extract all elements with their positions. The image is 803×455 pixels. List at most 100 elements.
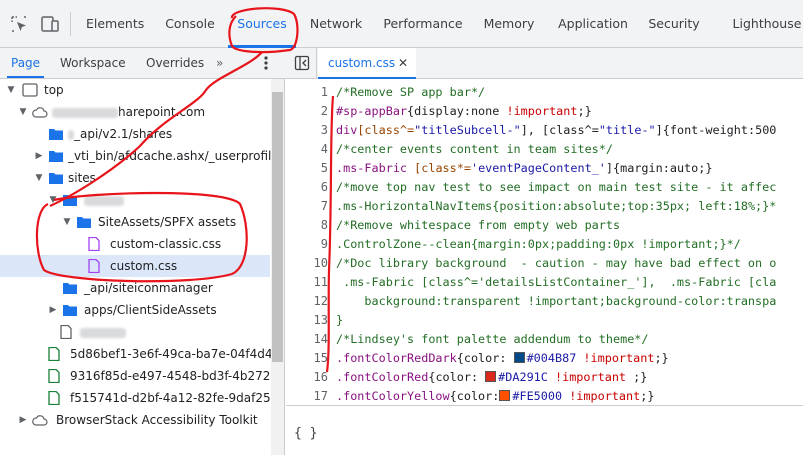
line-number: 1: [320, 85, 328, 99]
tree-item-clientsideassets[interactable]: ▶ apps/ClientSideAssets: [0, 299, 270, 321]
expand-arrow-icon[interactable]: ▼: [48, 189, 58, 211]
code-editor[interactable]: 1 2 3 4 5 6 7 8 9 10 11 12 13 14 15 16 1…: [286, 79, 803, 405]
folder-icon: [63, 195, 77, 206]
tree-item-browserstack[interactable]: ▶ BrowserStack Accessibility Toolkit: [0, 409, 270, 431]
code-line-10[interactable]: /*Doc library background - caution - may…: [336, 254, 803, 273]
tree-item-siteiconmanager[interactable]: _api/siteiconmanager: [0, 277, 270, 299]
code-line-2[interactable]: #sp-appBar{display:none !important;}: [336, 102, 803, 121]
tree-item-top[interactable]: ▼ top: [0, 79, 270, 101]
device-toolbar-icon[interactable]: [40, 14, 60, 34]
editor-tab-custom-css[interactable]: custom.css ✕: [318, 48, 416, 79]
navigator-scrollbar-thumb[interactable]: [272, 92, 283, 362]
line-number: 16: [313, 370, 328, 384]
line-number: 15: [313, 351, 328, 365]
code-line-13[interactable]: }: [336, 311, 803, 330]
folder-icon: [49, 151, 63, 162]
tree-item-site-redacted[interactable]: ▼: [0, 189, 270, 211]
tree-item-domain[interactable]: ▼ harepoint.com: [0, 101, 270, 123]
redacted-text: [84, 195, 124, 206]
css-file-icon: [88, 237, 100, 251]
line-number: 11: [313, 275, 328, 289]
tab-console[interactable]: Console: [162, 0, 218, 48]
sources-sidebar-toolbar: Page Workspace Overrides » custom.css ✕: [0, 48, 803, 79]
line-number: 9: [320, 237, 328, 251]
tab-application[interactable]: Application: [555, 0, 631, 48]
toolbar-divider: [70, 12, 71, 36]
tree-item-custom-classic-css[interactable]: custom-classic.css: [0, 233, 270, 255]
code-line-14[interactable]: /*Lindsey's font palette addendum to the…: [336, 330, 803, 349]
tab-performance[interactable]: Performance: [382, 0, 464, 48]
code-line-4[interactable]: /*center events content in team sites*/: [336, 140, 803, 159]
collapse-arrow-icon[interactable]: ▶: [18, 409, 28, 431]
code-line-12[interactable]: background:transparent !important;backgr…: [336, 292, 803, 311]
tree-item-custom-css[interactable]: custom.css: [0, 255, 270, 277]
line-number: 14: [313, 332, 328, 346]
line-number: 8: [320, 218, 328, 232]
line-number: 4: [320, 142, 328, 156]
frame-icon: [22, 83, 38, 97]
expand-arrow-icon[interactable]: ▼: [62, 211, 72, 233]
line-number: 6: [320, 180, 328, 194]
tree-item-script-5d86[interactable]: 5d86bef1-3e6f-49ca-ba7e-04f4d4: [0, 343, 273, 365]
code-line-17[interactable]: .fontColorYellow{color: #FE5000 !importan…: [336, 387, 803, 405]
code-line-1[interactable]: /*Remove SP app bar*/: [336, 83, 803, 102]
tab-lighthouse[interactable]: Lighthouse: [731, 0, 803, 48]
cloud-icon: [32, 415, 48, 426]
inspect-element-icon[interactable]: [9, 14, 29, 34]
tab-sources[interactable]: Sources: [228, 0, 296, 48]
code-line-15[interactable]: .fontColorRedDark{color: #004B87 !import…: [336, 349, 803, 368]
code-line-11[interactable]: .ms-Fabric [class^='detailsListContainer…: [336, 273, 803, 292]
collapse-arrow-icon[interactable]: ▶: [34, 145, 44, 167]
tab-memory[interactable]: Memory: [480, 0, 538, 48]
line-number: 2: [320, 104, 328, 118]
redacted-text: [68, 129, 74, 140]
code-line-6[interactable]: /*move top nav test to see impact on mai…: [336, 178, 803, 197]
tree-item-file-redacted[interactable]: [0, 321, 270, 343]
tree-item-vti-bin[interactable]: ▶ _vti_bin/afdcache.ashx/_userprofile: [0, 145, 279, 167]
file-icon: [60, 325, 72, 339]
line-number-gutter: 1 2 3 4 5 6 7 8 9 10 11 12 13 14 15 16 1…: [286, 79, 328, 405]
more-options-icon[interactable]: [262, 55, 270, 71]
close-tab-icon[interactable]: ✕: [398, 48, 408, 78]
expand-arrow-icon[interactable]: ▼: [18, 101, 28, 123]
tree-item-api-shares[interactable]: _api/v2.1/shares: [0, 123, 270, 145]
expand-arrow-icon[interactable]: ▼: [34, 167, 44, 189]
color-swatch[interactable]: [499, 390, 511, 401]
folder-icon: [63, 305, 77, 316]
subtab-workspace[interactable]: Workspace: [60, 48, 126, 78]
tree-item-script-f515[interactable]: f515741d-d2bf-4a12-82fe-9daf25: [0, 387, 271, 409]
subtab-overrides[interactable]: Overrides: [146, 48, 204, 78]
line-number: 5: [320, 161, 328, 175]
more-tabs-chevron-icon[interactable]: »: [216, 48, 223, 78]
expand-arrow-icon[interactable]: ▼: [6, 79, 16, 101]
subtab-page[interactable]: Page: [6, 48, 45, 78]
file-navigator: ▼ top ▼ harepoint.com _api/v2.1/shares ▶…: [0, 79, 285, 455]
code-line-16[interactable]: .fontColorRed{color: #DA291C !important …: [336, 368, 803, 387]
script-file-icon: [48, 347, 60, 361]
tree-item-sites[interactable]: ▼ sites: [0, 167, 270, 189]
folder-icon: [49, 173, 63, 184]
pretty-print-button[interactable]: { }: [294, 426, 317, 441]
folder-icon: [63, 283, 77, 294]
line-number: 12: [313, 294, 328, 308]
redacted-text: [80, 327, 126, 338]
color-swatch[interactable]: [513, 352, 525, 363]
css-file-icon: [88, 259, 100, 273]
tab-elements[interactable]: Elements: [86, 0, 144, 48]
tab-security[interactable]: Security: [646, 0, 702, 48]
collapse-arrow-icon[interactable]: ▶: [48, 299, 58, 321]
line-number: 7: [320, 199, 328, 213]
line-number: 13: [313, 313, 328, 327]
tree-item-siteassets[interactable]: ▼ SiteAssets/SPFX assets: [0, 211, 270, 233]
code-line-5[interactable]: .ms-Fabric [class*='eventPageContent_']{…: [336, 159, 803, 178]
code-line-7[interactable]: .ms-HorizontalNavItems{position:absolute…: [336, 197, 803, 216]
code-line-9[interactable]: .ControlZone--clean{margin:0px;padding:0…: [336, 235, 803, 254]
code-line-3[interactable]: div[class^="titleSubcell-"], [class^="ti…: [336, 121, 803, 140]
tab-network[interactable]: Network: [306, 0, 366, 48]
toggle-navigator-icon[interactable]: [294, 55, 310, 71]
code-line-8[interactable]: /*Remove whitespace from empty web parts: [336, 216, 803, 235]
color-swatch[interactable]: [485, 371, 497, 382]
script-file-icon: [48, 391, 60, 405]
tree-item-script-9316[interactable]: 9316f85d-e497-4548-bd3f-4b272e: [0, 365, 278, 387]
script-file-icon: [48, 369, 60, 383]
